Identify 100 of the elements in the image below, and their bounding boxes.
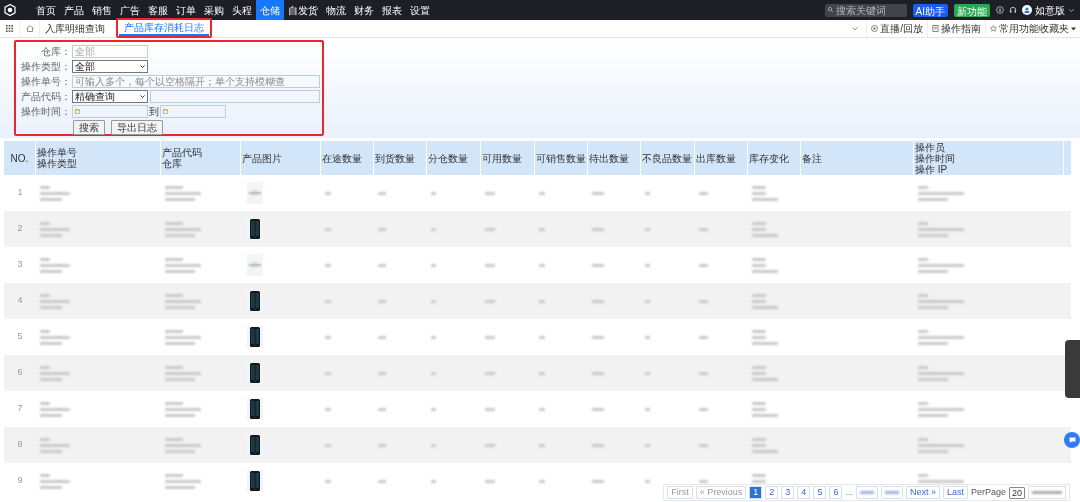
blurred-text — [645, 263, 650, 267]
page-button[interactable]: 3 — [781, 486, 795, 499]
toolbar-link[interactable]: 常用功能收藏夹 — [985, 20, 1080, 37]
per-page-label: PerPage — [970, 485, 1006, 499]
nav-item[interactable]: 财务 — [350, 0, 378, 20]
per-page-field[interactable]: 20 — [1009, 486, 1025, 499]
nav-item[interactable]: 物流 — [322, 0, 350, 20]
headset-icon[interactable] — [1009, 6, 1017, 14]
page-button[interactable] — [855, 486, 878, 499]
nav-item[interactable]: 自发货 — [284, 0, 322, 20]
blurred-text — [752, 413, 778, 417]
nav-item[interactable]: 销售 — [88, 0, 116, 20]
search-field[interactable]: 搜索关键词 — [824, 3, 907, 17]
start-date-field[interactable] — [72, 105, 148, 118]
page-button[interactable]: 2 — [765, 486, 779, 499]
search-button[interactable]: 搜索 — [73, 120, 105, 135]
nav-item[interactable]: 订单 — [172, 0, 200, 20]
blurred-text — [431, 263, 436, 267]
chevron-down-icon[interactable] — [852, 26, 859, 31]
column-header: 到货数量 — [375, 152, 415, 164]
tab[interactable]: 入库明细查询 — [40, 21, 110, 36]
blurred-text — [378, 479, 386, 483]
ellipsis: ... — [845, 485, 853, 499]
blurred-text — [645, 407, 650, 411]
blurred-text — [592, 335, 604, 339]
blurred-text — [40, 185, 50, 189]
column-header: NO. — [10, 152, 29, 164]
avatar-icon[interactable] — [1022, 5, 1032, 15]
nav-item[interactable]: 头程 — [228, 0, 256, 20]
product-code-field[interactable] — [150, 90, 320, 103]
row-number: 5 — [17, 330, 23, 344]
nav-item[interactable]: 广告 — [116, 0, 144, 20]
nav-item[interactable]: 客服 — [144, 0, 172, 20]
page-button[interactable]: 5 — [813, 486, 827, 499]
end-date-field[interactable] — [160, 105, 226, 118]
caret-icon — [1071, 26, 1076, 31]
blurred-text — [165, 185, 183, 189]
column-header: 在途数量 — [322, 152, 362, 164]
nav-item[interactable]: 产品 — [60, 0, 88, 20]
blurred-text — [485, 335, 495, 339]
home-icon[interactable] — [25, 25, 34, 32]
next-page-button[interactable]: Next » — [905, 486, 940, 499]
page-button[interactable] — [880, 486, 903, 499]
blurred-text — [40, 407, 70, 411]
export-log-button[interactable]: 导出日志 — [111, 120, 163, 135]
tab[interactable]: 产品库存消耗日志 — [119, 21, 209, 36]
blurred-text — [165, 401, 183, 405]
blurred-text — [752, 185, 766, 189]
blurred-text — [431, 335, 436, 339]
operation-type-select[interactable]: 全部 — [72, 60, 148, 73]
blurred-text — [539, 407, 545, 411]
user-name: 如意版 — [1035, 3, 1065, 18]
page-button[interactable]: 6 — [829, 486, 843, 499]
column-header: 出库数量 — [696, 152, 736, 164]
calendar-icon — [75, 109, 80, 114]
warehouse-field[interactable]: 全部 — [72, 45, 148, 58]
last-page-button[interactable]: Last — [942, 486, 968, 499]
blurred-text — [165, 473, 183, 477]
page-button[interactable]: 1 — [749, 486, 763, 499]
caret-icon[interactable] — [1069, 8, 1074, 12]
blurred-text — [378, 335, 386, 339]
toolbar-link[interactable]: 操作指南 — [927, 20, 985, 37]
page-button[interactable]: 4 — [797, 486, 811, 499]
ai-assistant-button[interactable]: AI助手 — [912, 3, 948, 17]
row-number: 9 — [17, 474, 23, 488]
nav-item[interactable]: 仓储 — [256, 0, 284, 20]
nav-item[interactable]: 首页 — [32, 0, 60, 20]
blurred-text — [539, 263, 545, 267]
blurred-text — [431, 191, 436, 195]
blurred-text — [699, 335, 708, 339]
blurred-text — [431, 479, 436, 483]
order-number-field[interactable]: 可输入多个，每个以空格隔开；单个支持模糊查 — [72, 75, 320, 88]
blurred-text — [539, 479, 545, 483]
blurred-text — [40, 473, 50, 477]
blurred-text — [645, 335, 650, 339]
blurred-text — [325, 263, 331, 267]
blurred-text — [918, 401, 928, 405]
nav-item[interactable]: 采购 — [200, 0, 228, 20]
document-icon — [932, 25, 939, 32]
nav-item[interactable]: 报表 — [378, 0, 406, 20]
blurred-text — [165, 479, 201, 483]
toolbar-link[interactable]: 直播/回放 — [866, 20, 927, 37]
column-header: 分仓数量 — [428, 152, 468, 164]
row-number: 3 — [17, 258, 23, 272]
nav-item[interactable]: 设置 — [406, 0, 434, 20]
blurred-text — [592, 191, 604, 195]
download-icon[interactable] — [996, 6, 1004, 14]
blurred-text — [752, 329, 766, 333]
blurred-text — [645, 479, 650, 483]
column-header: 不良品数量 — [642, 152, 692, 164]
blurred-text — [752, 341, 778, 345]
match-mode-select[interactable]: 精确查询 — [72, 90, 148, 103]
row-number: 1 — [17, 186, 23, 200]
help-button[interactable] — [1064, 432, 1080, 448]
blurred-text — [378, 407, 386, 411]
apps-grid-icon[interactable] — [6, 25, 13, 32]
chat-icon — [1068, 437, 1076, 443]
column-header: 待出数量 — [589, 152, 629, 164]
column-header: 操作员 操作时间 操作 IP — [915, 141, 955, 175]
blurred-text — [592, 263, 604, 267]
